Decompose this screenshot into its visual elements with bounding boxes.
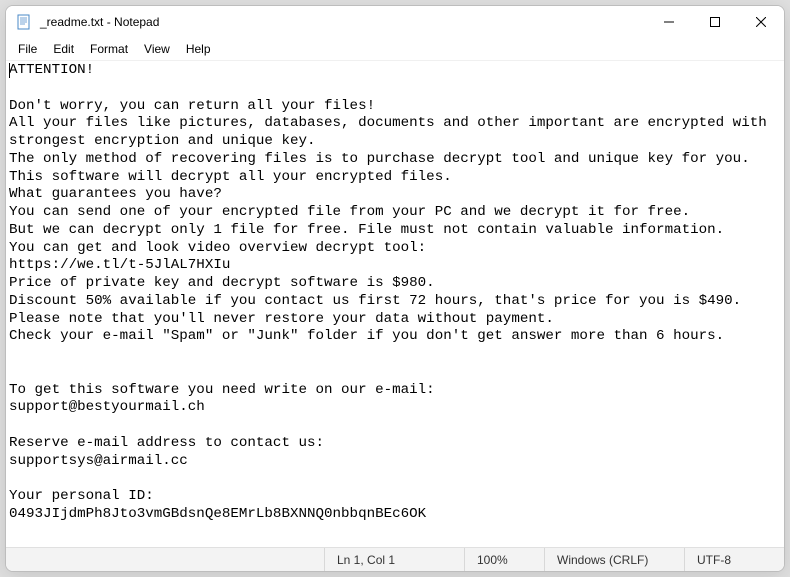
minimize-button[interactable] (646, 6, 692, 38)
status-position: Ln 1, Col 1 (324, 548, 464, 571)
menu-format[interactable]: Format (82, 40, 136, 58)
status-encoding: UTF-8 (684, 548, 784, 571)
window-controls (646, 6, 784, 38)
close-button[interactable] (738, 6, 784, 38)
menu-file[interactable]: File (10, 40, 45, 58)
maximize-button[interactable] (692, 6, 738, 38)
document-text: ATTENTION! Don't worry, you can return a… (9, 62, 775, 522)
text-area[interactable]: ATTENTION! Don't worry, you can return a… (6, 60, 784, 547)
notepad-app-icon (16, 14, 32, 30)
window-title: _readme.txt - Notepad (40, 15, 646, 29)
status-line-ending: Windows (CRLF) (544, 548, 684, 571)
menu-view[interactable]: View (136, 40, 178, 58)
menu-edit[interactable]: Edit (45, 40, 82, 58)
menubar: File Edit Format View Help (6, 38, 784, 60)
menu-help[interactable]: Help (178, 40, 219, 58)
notepad-window: _readme.txt - Notepad File Edit Format V… (5, 5, 785, 572)
statusbar-spacer (6, 548, 324, 571)
titlebar: _readme.txt - Notepad (6, 6, 784, 38)
statusbar: Ln 1, Col 1 100% Windows (CRLF) UTF-8 (6, 547, 784, 571)
status-zoom: 100% (464, 548, 544, 571)
